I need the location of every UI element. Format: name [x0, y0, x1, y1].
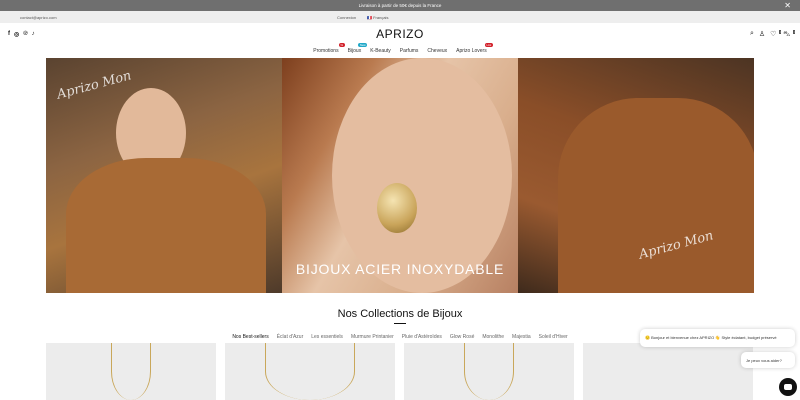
product-card[interactable]	[583, 343, 753, 400]
tab-eclat-dazur[interactable]: Éclat d'Azur	[277, 334, 304, 340]
cart-count-badge: 0	[793, 30, 795, 34]
collections-title: Nos Collections de Bijoux	[337, 308, 463, 320]
wishlist-count-badge: 0	[779, 30, 782, 34]
tab-murmure-printanier[interactable]: Murmure Printanier	[351, 334, 394, 340]
product-card[interactable]	[46, 343, 216, 400]
necklace-image	[265, 343, 355, 400]
language-label: Français	[373, 15, 389, 20]
tab-les-essentiels[interactable]: Les essentiels	[311, 334, 343, 340]
necklace-image	[111, 343, 151, 400]
hero-gold-earring	[377, 183, 417, 233]
contact-email[interactable]: contact@aprizo.com	[20, 15, 57, 20]
utility-bar: contact@aprizo.com Connexion 🇫🇷 Français	[0, 11, 800, 23]
nav-tag-aprizo-lovers: Hot	[485, 43, 493, 47]
nav-item-k-beauty[interactable]: K-Beauty	[370, 45, 391, 57]
site-logo[interactable]: APRIZO	[0, 27, 800, 41]
nav-item-promotions[interactable]: Promotions%	[313, 43, 345, 57]
search-icon[interactable]: ⌕	[750, 30, 754, 39]
necklace-image	[464, 343, 514, 400]
login-link[interactable]: Connexion	[337, 15, 356, 20]
main-nav: Promotions% Bijoux New K-Beauty Parfums C…	[0, 43, 800, 57]
nav-item-aprizo-lovers[interactable]: Aprizo Lovers Hot	[456, 43, 493, 57]
nav-item-parfums[interactable]: Parfums	[400, 45, 419, 57]
tab-monolithe[interactable]: Monolithe	[482, 334, 504, 340]
close-icon[interactable]: ✕	[784, 0, 791, 11]
nav-tag-promotions: %	[338, 43, 345, 47]
flag-icon: 🇫🇷	[367, 15, 372, 20]
hero-image-necklace-woman: Aprizo Mon	[46, 58, 282, 293]
hero-title: BIJOUX ACIER INOXYDABLE	[295, 261, 505, 277]
product-grid	[46, 343, 754, 400]
product-card[interactable]	[225, 343, 395, 400]
chat-greeting-bubble[interactable]: 🙂 Bonjour et bienvenue chez APRIZO 👋 Sty…	[640, 329, 795, 347]
wishlist-icon[interactable]: ♡ 0	[770, 30, 782, 39]
nav-item-cheveux[interactable]: Cheveux	[427, 45, 447, 57]
cart-icon[interactable]: ⛍ 0	[783, 30, 795, 39]
chat-help-bubble[interactable]: Je peux vous aider?	[741, 352, 795, 368]
hero-script-signature: Aprizo Mon	[55, 68, 134, 103]
product-card[interactable]	[404, 343, 574, 400]
nav-tag-bijoux: New	[358, 43, 368, 47]
site-header: f ◎ ℗ ♪ APRIZO ⌕ ♙ ♡ 0 ⛍ 0	[0, 23, 800, 45]
account-icon[interactable]: ♙	[759, 30, 765, 39]
hero-ear	[332, 58, 512, 293]
tab-majestia[interactable]: Majestia	[512, 334, 531, 340]
title-underline	[394, 323, 406, 324]
tab-pluie-dasteroides[interactable]: Pluie d'Astéroïdes	[402, 334, 442, 340]
hero-image-long-necklace: Aprizo Mon	[518, 58, 754, 293]
header-actions: ⌕ ♙ ♡ 0 ⛍ 0	[750, 30, 795, 39]
chat-launcher-icon[interactable]	[779, 378, 797, 396]
tab-soleil-dhiver[interactable]: Soleil d'Hiver	[539, 334, 568, 340]
hero-image-earring	[282, 58, 518, 293]
tab-glow-rose[interactable]: Glow Rosé	[450, 334, 474, 340]
announcement-bar: Livraison à partir de 50€ depuis la Fran…	[0, 0, 800, 11]
hero-banner[interactable]: Aprizo Mon Aprizo Mon BIJOUX ACIER INOXY…	[46, 58, 754, 293]
nav-item-bijoux[interactable]: Bijoux New	[348, 43, 368, 57]
announcement-text: Livraison à partir de 50€ depuis la Fran…	[358, 3, 442, 8]
language-selector[interactable]: 🇫🇷 Français	[367, 15, 388, 20]
tab-best-sellers[interactable]: Nos Best-sellers	[232, 334, 268, 340]
